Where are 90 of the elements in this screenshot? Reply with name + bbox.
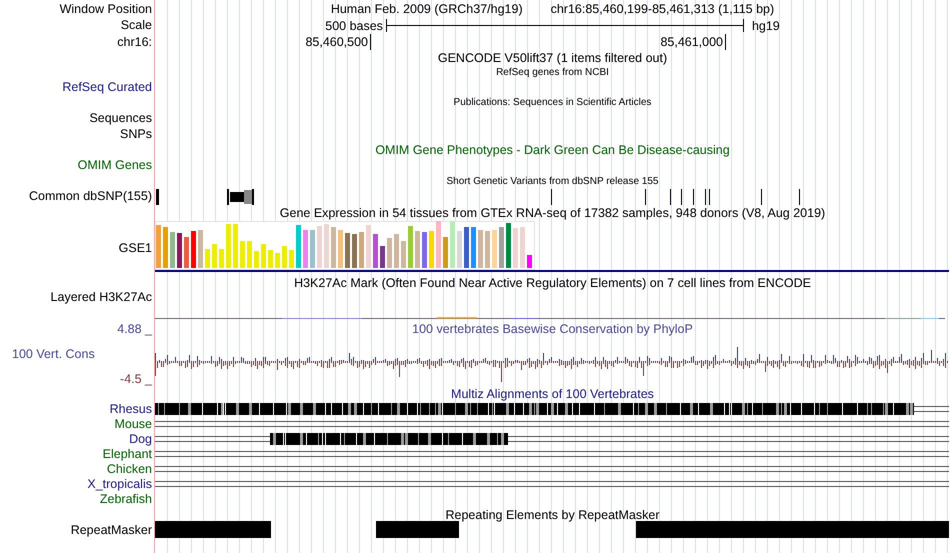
species-label[interactable]: Elephant	[102, 447, 152, 462]
expression-bar	[436, 221, 441, 268]
track-label[interactable]: OMIM Genes	[78, 157, 152, 173]
expression-bar	[366, 225, 371, 268]
track-title: RefSeq genes from NCBI	[496, 66, 609, 80]
expression-bar	[212, 244, 217, 268]
expression-bar	[478, 230, 483, 268]
expression-bar	[324, 224, 329, 268]
expression-bar	[177, 233, 182, 268]
row-label: Window Position	[60, 1, 152, 17]
expression-bar	[247, 241, 252, 268]
expression-bar	[471, 227, 476, 268]
species-label[interactable]: X_tropicalis	[87, 477, 152, 492]
expression-bar	[303, 230, 308, 268]
expression-bar	[520, 227, 525, 268]
expression-bar	[380, 246, 385, 268]
track-title: OMIM Gene Phenotypes - Dark Green Can Be Disease-causing	[375, 142, 730, 158]
expression-bar	[296, 225, 301, 268]
expression-bar	[163, 227, 168, 268]
expression-bar	[191, 231, 196, 268]
track-title: Repeating Elements by RepeatMasker	[445, 507, 660, 523]
track-label[interactable]: Layered H3K27Ac	[50, 289, 152, 305]
expression-bar	[527, 255, 532, 268]
position-text: chr16:85,460,199-85,461,313 (1,115 bp)	[550, 1, 774, 17]
expression-bar	[240, 241, 245, 268]
track-label[interactable]: SNPs	[120, 126, 152, 142]
expression-bar	[352, 234, 357, 268]
expression-bar	[492, 230, 497, 268]
expression-bar	[331, 227, 336, 268]
track-label[interactable]: -4.5 _	[120, 371, 152, 387]
expression-bar	[261, 244, 266, 268]
database-text: hg19	[750, 18, 780, 34]
expression-bar	[219, 249, 224, 268]
track-title: 100 vertebrates Basewise Conservation by PhyloP	[412, 321, 693, 337]
expression-bar	[254, 251, 259, 268]
track-title: H3K27Ac Mark (Often Found Near Active Regulatory Elements) on 7 cell lines from ENCODE	[294, 275, 811, 291]
coordinate-tick: 85,460,500	[305, 34, 371, 50]
species-label[interactable]: Zebrafish	[100, 492, 152, 507]
expression-bar	[387, 238, 392, 268]
assembly-title: Human Feb. 2009 (GRCh37/hg19)	[330, 1, 523, 17]
row-label: Scale	[120, 17, 152, 33]
species-label[interactable]: Rhesus	[110, 402, 152, 417]
expression-bar	[198, 230, 203, 268]
expression-bar	[289, 250, 294, 268]
expression-bar	[422, 232, 427, 268]
expression-bar	[184, 237, 189, 268]
expression-bar	[457, 231, 462, 268]
scale-text: 500 bases	[325, 18, 384, 34]
expression-bar	[394, 234, 399, 268]
expression-bar	[282, 246, 287, 268]
expression-bar	[310, 230, 315, 268]
track-title: Publications: Sequences in Scientific Articles	[454, 96, 652, 110]
track-title: Short Genetic Variants from dbSNP release 155	[446, 175, 658, 189]
expression-bar	[464, 227, 469, 268]
expression-bar	[345, 233, 350, 268]
expression-bar	[268, 250, 273, 268]
expression-bar	[373, 234, 378, 268]
species-label[interactable]: Dog	[129, 432, 152, 447]
track-label[interactable]: 100 Vert. Cons	[0, 346, 95, 362]
expression-bar	[205, 249, 210, 268]
track-title: Multiz Alignments of 100 Vertebrates	[451, 387, 654, 402]
expression-bar	[499, 227, 504, 268]
expression-bar	[170, 232, 175, 268]
expression-bar	[485, 231, 490, 268]
expression-bar	[338, 230, 343, 268]
expression-bar	[275, 253, 280, 268]
expression-bar	[408, 226, 413, 268]
expression-bar	[401, 241, 406, 268]
track-label[interactable]: RepeatMasker	[70, 522, 152, 538]
expression-bar	[429, 231, 434, 268]
track-title: Gene Expression in 54 tissues from GTEx RNA-seq of 17382 samples, 948 donors (V8, Aug 2019)	[280, 205, 826, 221]
track-label[interactable]: Sequences	[89, 110, 152, 126]
expression-bar	[443, 237, 448, 268]
track-label[interactable]: RefSeq Curated	[62, 79, 152, 95]
expression-bar	[359, 232, 364, 268]
expression-bar	[233, 224, 238, 268]
coordinate-tick: 85,461,000	[660, 34, 726, 50]
expression-bar	[513, 228, 518, 268]
track-title: GENCODE V50lift37 (1 items filtered out)	[438, 50, 668, 66]
expression-bar	[226, 224, 231, 268]
track-label[interactable]: Common dbSNP(155)	[29, 188, 152, 204]
track-label[interactable]: GSE1	[118, 240, 152, 256]
row-label: chr16:	[117, 34, 152, 50]
expression-bar	[156, 225, 161, 268]
track-label[interactable]: 4.88 _	[117, 321, 152, 337]
species-label[interactable]: Mouse	[114, 417, 152, 432]
expression-bar	[506, 223, 511, 268]
species-label[interactable]: Chicken	[106, 462, 152, 477]
expression-bar	[317, 226, 322, 268]
expression-bar	[415, 231, 420, 268]
